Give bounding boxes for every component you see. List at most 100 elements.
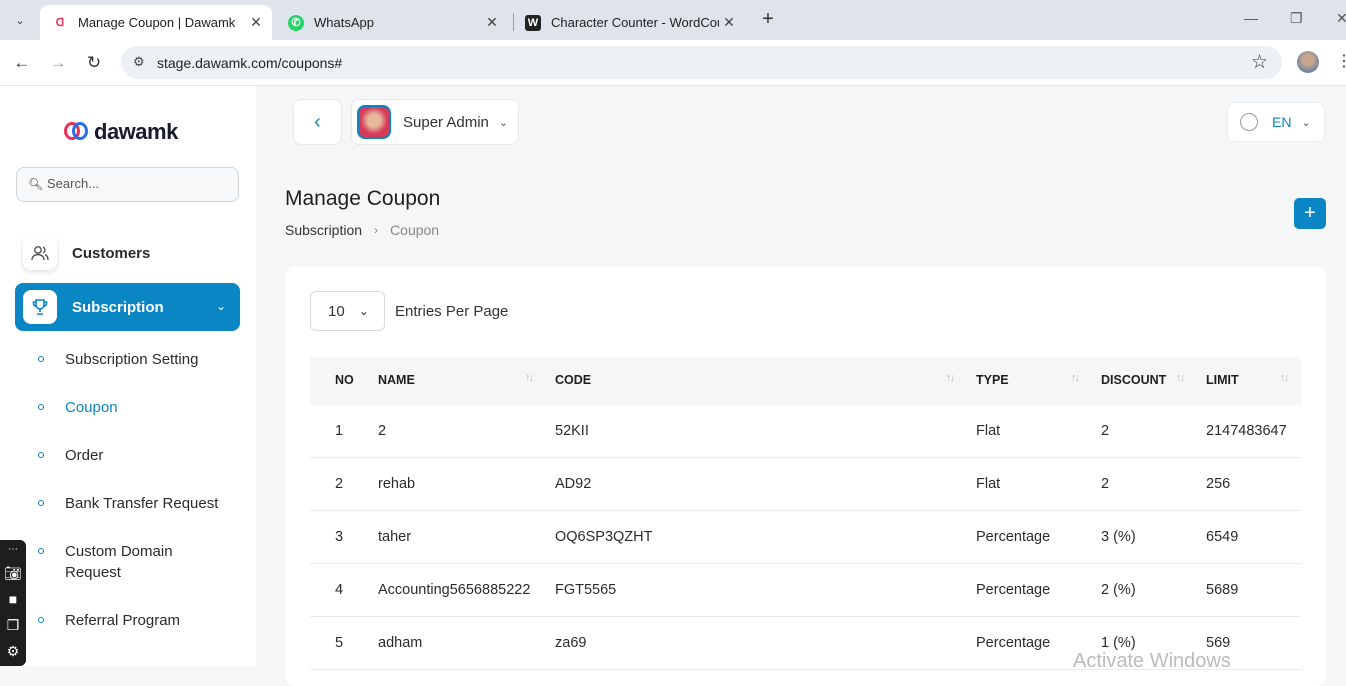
window-capture-icon[interactable]: ❐ xyxy=(0,612,26,638)
search-icon: 🔍︎ xyxy=(28,177,44,191)
close-tab-icon[interactable]: ✕ xyxy=(246,14,266,31)
table-row[interactable]: 3 taher OQ6SP3QZHT Percentage 3 (%) 6549 xyxy=(310,511,1301,564)
user-menu[interactable]: Super Admin ⌄ xyxy=(351,99,519,145)
dawamk-logo-mark-icon xyxy=(64,121,90,143)
capture-options-icon[interactable]: ⋯ xyxy=(0,540,26,560)
close-tab-icon[interactable]: ✕ xyxy=(719,14,739,31)
users-icon xyxy=(23,236,57,270)
language-code: EN xyxy=(1272,114,1292,130)
cell-name: taher xyxy=(378,529,412,545)
sort-icon[interactable]: ↑↓ xyxy=(1280,372,1289,384)
sort-icon[interactable]: ↑↓ xyxy=(525,372,534,384)
new-tab-icon[interactable]: + xyxy=(757,8,779,30)
chevron-down-icon: ⌄ xyxy=(215,299,226,313)
bullet-icon xyxy=(38,548,44,554)
entries-value: 10 xyxy=(328,302,345,320)
cell-code: za69 xyxy=(555,635,587,651)
sidebar-subitem-subscription-setting[interactable]: Subscription Setting xyxy=(38,349,238,370)
column-header-limit[interactable]: LIMIT xyxy=(1206,373,1239,387)
forward-icon[interactable]: → xyxy=(47,52,69,74)
breadcrumb-parent[interactable]: Subscription xyxy=(285,222,362,238)
column-header-discount[interactable]: DISCOUNT xyxy=(1101,373,1166,387)
bullet-icon xyxy=(38,617,44,623)
avatar xyxy=(357,105,391,139)
minimize-icon[interactable]: — xyxy=(1244,10,1258,26)
tab-manage-coupon[interactable]: ᗡ Manage Coupon | Dawamk ✕ xyxy=(40,5,272,40)
chevron-left-icon: ‹ xyxy=(314,110,321,133)
browser-menu-icon[interactable]: ⋮ xyxy=(1336,51,1346,71)
page-title: Manage Coupon xyxy=(285,187,441,210)
search-input[interactable] xyxy=(47,176,227,191)
tab-character-counter[interactable]: W Character Counter - WordCount ✕ xyxy=(513,5,745,40)
wordcounter-favicon-icon: W xyxy=(525,14,541,31)
sidebar-subitem-referral-program[interactable]: Referral Program xyxy=(38,610,238,631)
globe-icon xyxy=(1240,113,1258,131)
coupon-table: NO NAME ↑↓ CODE ↑↓ TYPE ↑↓ DISCOUNT ↑↓ L… xyxy=(310,357,1301,670)
entries-per-page-select[interactable]: 10 ⌄ xyxy=(310,291,385,331)
back-button[interactable]: ‹ xyxy=(293,99,342,145)
cell-no: 1 xyxy=(335,423,344,439)
sidebar-subitem-bank-transfer-request[interactable]: Bank Transfer Request xyxy=(38,493,238,514)
screen-capture-toolbar: ⋯ 📷︎ ■ ❐ ⚙ xyxy=(0,540,26,666)
table-row[interactable]: 4 Accounting5656885222 FGT5565 Percentag… xyxy=(310,564,1301,617)
profile-avatar-icon[interactable] xyxy=(1297,51,1319,73)
cell-limit: 5689 xyxy=(1206,582,1239,598)
bullet-icon xyxy=(38,452,44,458)
reload-icon[interactable]: ↻ xyxy=(83,52,105,74)
url-text[interactable]: stage.dawamk.com/coupons# xyxy=(157,55,342,71)
cell-discount: 1 (%) xyxy=(1101,635,1136,651)
column-header-no[interactable]: NO xyxy=(335,373,354,387)
tab-whatsapp[interactable]: ✆ WhatsApp ✕ xyxy=(276,5,508,40)
add-coupon-button[interactable]: + xyxy=(1294,198,1326,229)
table-row[interactable]: 2 rehab AD92 Flat 2 256 xyxy=(310,458,1301,511)
chevron-down-icon: ⌄ xyxy=(498,116,509,129)
coupon-table-card: 10 ⌄ Entries Per Page NO NAME ↑↓ CODE ↑↓… xyxy=(285,266,1326,686)
dawamk-logo[interactable]: dawamk xyxy=(64,119,178,145)
sidebar-subitem-custom-domain-request[interactable]: Custom Domain Request xyxy=(38,541,208,583)
sort-icon[interactable]: ↑↓ xyxy=(1071,372,1080,384)
sidebar-subitem-order[interactable]: Order xyxy=(38,445,238,466)
user-name: Super Admin xyxy=(403,113,489,131)
omnibox[interactable]: ⚙ stage.dawamk.com/coupons# ☆ xyxy=(121,46,1282,79)
cell-discount: 3 (%) xyxy=(1101,529,1136,545)
sidebar-item-label: Customers xyxy=(72,244,151,262)
column-header-name[interactable]: NAME xyxy=(378,373,415,387)
sort-icon[interactable]: ↑↓ xyxy=(1176,372,1185,384)
breadcrumb-current: Coupon xyxy=(390,222,440,238)
cell-type: Flat xyxy=(976,476,1001,492)
cell-type: Flat xyxy=(976,423,1001,439)
tab-search-icon[interactable]: ⌄ xyxy=(8,8,32,32)
bullet-icon xyxy=(38,356,44,362)
close-tab-icon[interactable]: ✕ xyxy=(482,14,502,31)
sidebar-item-subscription[interactable]: Subscription ⌄ xyxy=(15,283,240,331)
dawamk-favicon-icon: ᗡ xyxy=(55,17,65,29)
column-header-type[interactable]: TYPE xyxy=(976,373,1009,387)
camera-icon[interactable]: 📷︎ xyxy=(0,560,26,586)
back-icon[interactable]: ← xyxy=(11,52,33,74)
subitem-label: Order xyxy=(65,447,104,464)
cell-limit: 6549 xyxy=(1206,529,1239,545)
cell-no: 5 xyxy=(335,635,344,651)
cell-limit: 256 xyxy=(1206,476,1231,492)
subitem-label: Bank Transfer Request xyxy=(65,495,219,512)
video-icon[interactable]: ■ xyxy=(0,586,26,612)
bookmark-star-icon[interactable]: ☆ xyxy=(1251,51,1268,74)
sidebar-item-customers[interactable]: Customers xyxy=(15,229,240,277)
settings-icon[interactable]: ⚙ xyxy=(0,638,26,664)
sidebar-subitem-coupon[interactable]: Coupon xyxy=(38,397,238,418)
restore-icon[interactable]: ❐ xyxy=(1290,10,1303,27)
table-row[interactable]: 1 2 52KII Flat 2 2147483647 xyxy=(310,405,1301,458)
bullet-icon xyxy=(38,404,44,410)
subitem-label: Referral Program xyxy=(65,612,181,629)
cell-name: rehab xyxy=(378,476,416,492)
sidebar-item-label: Subscription xyxy=(72,298,164,316)
entries-label: Entries Per Page xyxy=(395,303,509,320)
site-info-icon[interactable]: ⚙ xyxy=(133,54,145,70)
cell-discount: 2 xyxy=(1101,423,1110,439)
column-header-code[interactable]: CODE xyxy=(555,373,591,387)
address-bar-row: ← → ↻ ⚙ stage.dawamk.com/coupons# ☆ ⋮ xyxy=(0,40,1346,86)
cell-code: OQ6SP3QZHT xyxy=(555,529,653,545)
close-window-icon[interactable]: ✕ xyxy=(1336,10,1346,27)
language-selector[interactable]: EN ⌄ xyxy=(1227,102,1325,142)
sort-icon[interactable]: ↑↓ xyxy=(946,372,955,384)
